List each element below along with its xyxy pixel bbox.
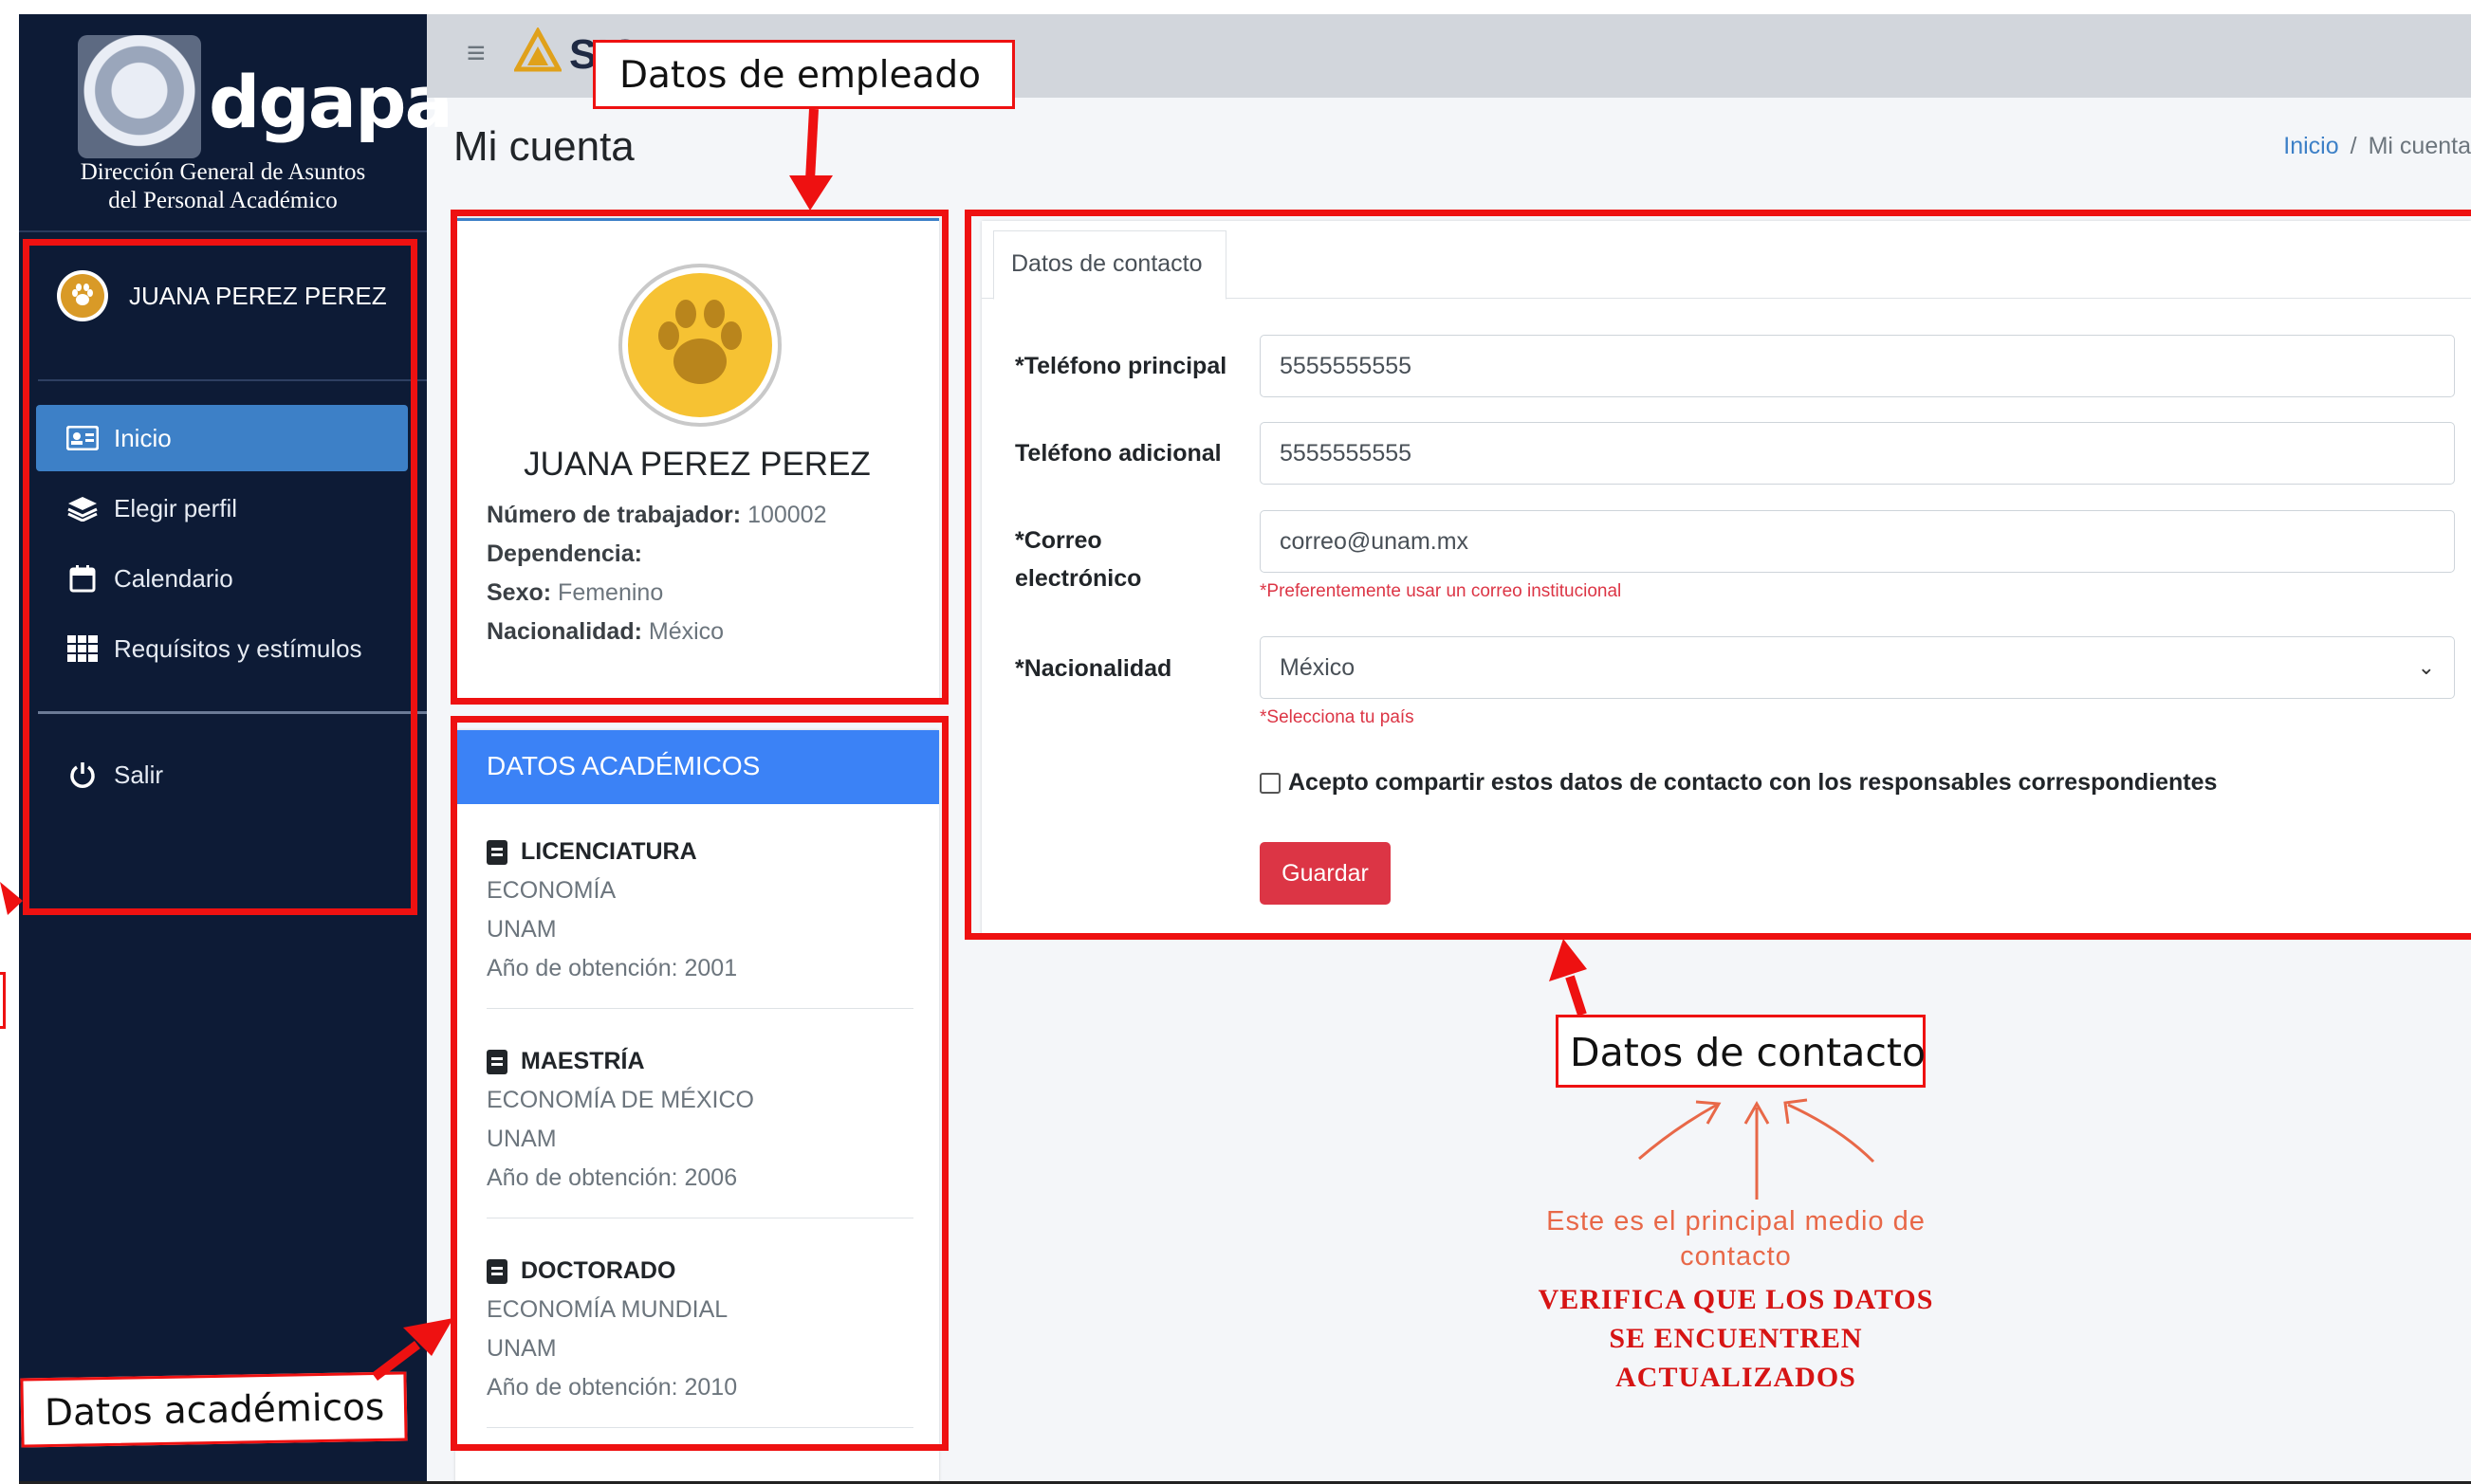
breadcrumb: Inicio / Mi cuenta [2283,133,2471,160]
verify-warning-line: VERIFICA QUE LOS DATOS [1538,1284,1934,1315]
verify-warning: VERIFICA QUE LOS DATOS SE ENCUENTREN ACT… [1508,1280,1964,1397]
hamburger-menu-icon[interactable]: ≡ [467,35,486,72]
dgapa-logo: dgapa [209,60,453,144]
contact-data-label: Datos de contacto [1556,1015,1926,1088]
brand-caption: Dirección General de Asuntos del Persona… [19,158,427,215]
verify-warning-line: ACTUALIZADOS [1615,1362,1856,1393]
academic-data-label: Datos académicos [20,1371,408,1448]
verify-warning-line: SE ENCUENTREN [1609,1323,1863,1354]
brand-caption-line-1: Dirección General de Asuntos [80,159,366,185]
breadcrumb-separator: / [2350,133,2357,159]
breadcrumb-home-link[interactable]: Inicio [2283,133,2338,159]
breadcrumb-current: Mi cuenta [2368,133,2471,159]
offscreen-label-fragment [0,972,6,1029]
academic-data-highlight-box [451,716,949,1451]
sidebar-highlight-box [23,239,417,915]
employee-data-highlight-box [451,210,949,705]
unam-seal-logo [78,35,201,158]
brand-header: dgapa Dirección General de Asuntos del P… [19,14,453,232]
contact-note: Este es el principal medio de contacto [1546,1206,1926,1272]
app-logo-icon [512,26,563,86]
contact-data-highlight-box [965,210,2471,940]
page-title: Mi cuenta [453,123,635,170]
brand-caption-line-2: del Personal Académico [108,188,338,213]
employee-data-label: Datos de empleado [593,40,1015,109]
